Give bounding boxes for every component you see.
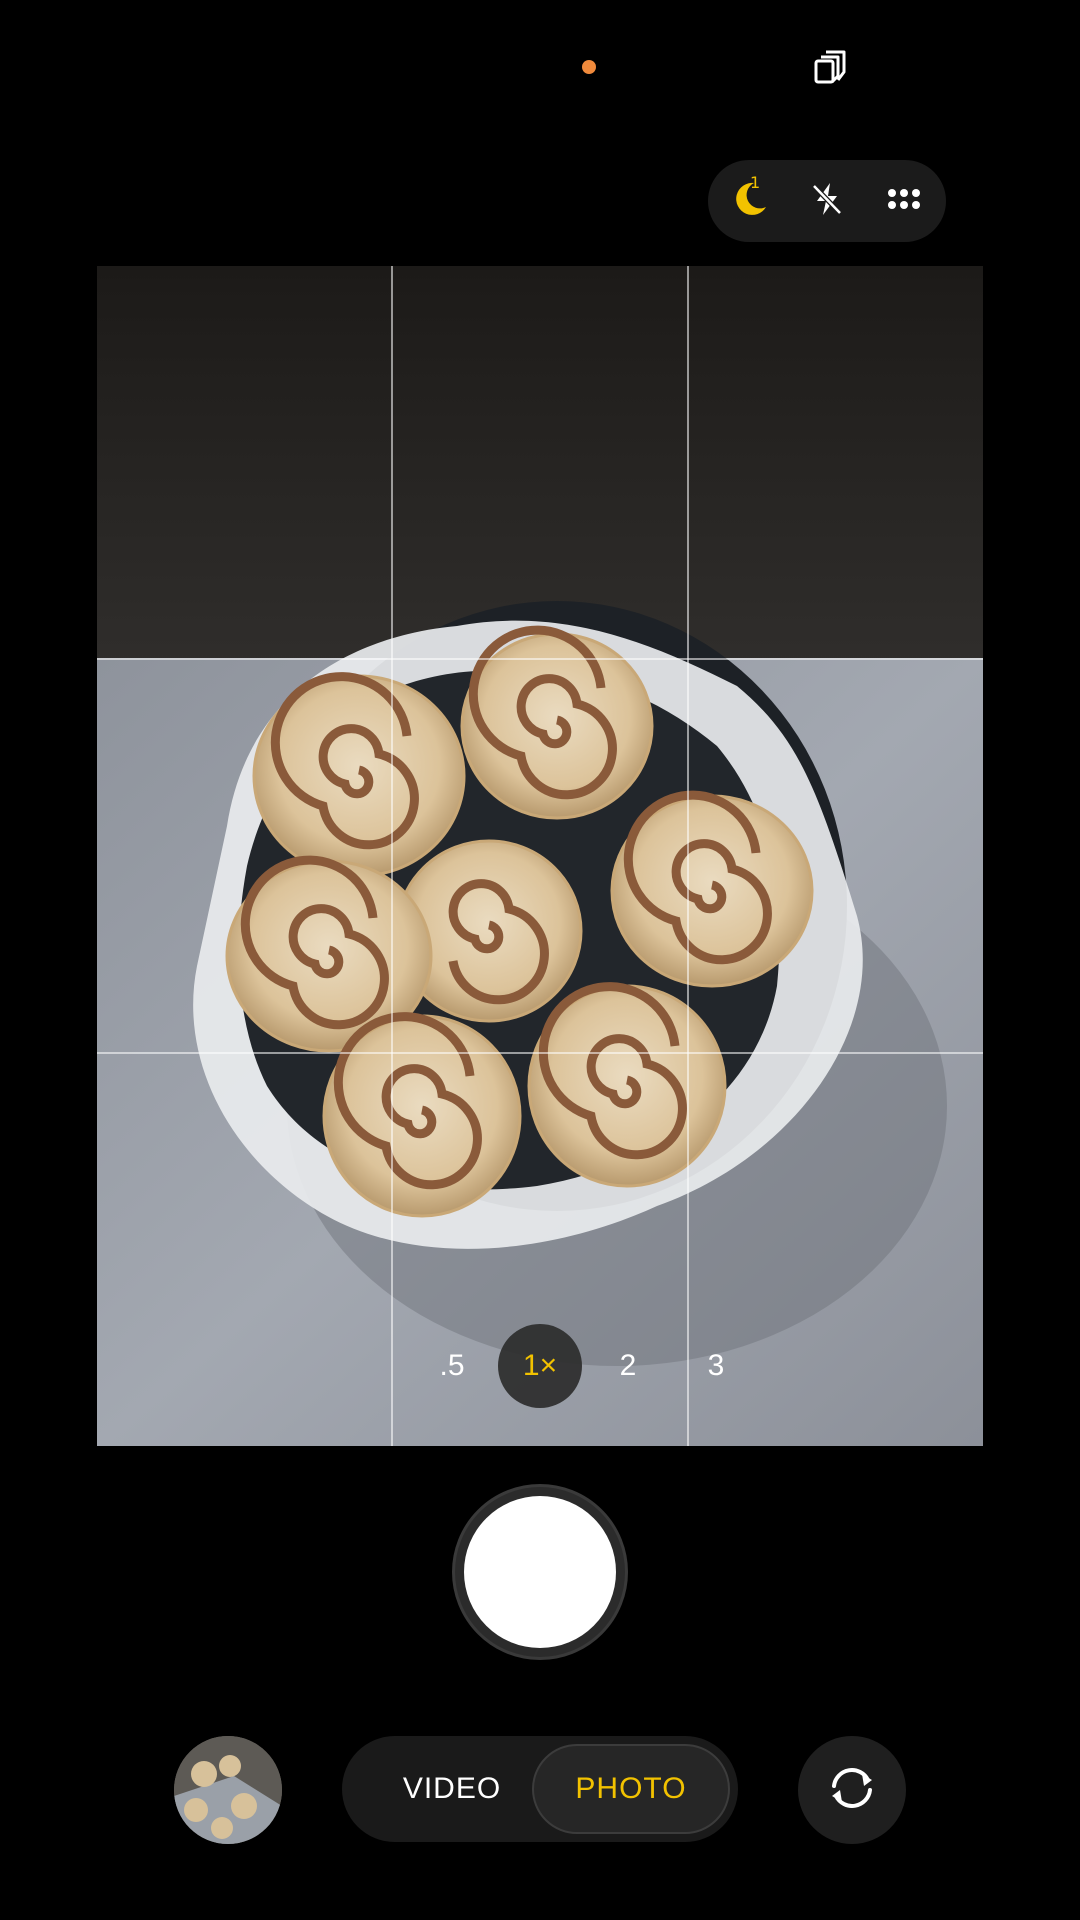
layers-icon[interactable] xyxy=(812,46,852,86)
quick-settings-bar: 1 xyxy=(708,160,946,242)
privacy-indicator-dot xyxy=(582,60,596,74)
flash-button[interactable] xyxy=(799,173,855,229)
grid-dots-icon xyxy=(884,179,924,224)
viewfinder-preview-image xyxy=(97,266,983,1446)
switch-camera-icon xyxy=(822,1758,882,1823)
night-mode-button[interactable]: 1 xyxy=(722,173,778,229)
camera-viewfinder[interactable] xyxy=(97,266,983,1446)
grid-line-horizontal-2 xyxy=(97,1052,983,1054)
mode-video-button[interactable]: VIDEO xyxy=(362,1744,542,1834)
shutter-button[interactable] xyxy=(464,1496,616,1648)
flash-off-icon xyxy=(807,179,847,224)
zoom-option-0.5x[interactable]: .5 xyxy=(410,1324,494,1408)
grid-line-vertical-1 xyxy=(391,266,393,1446)
more-settings-button[interactable] xyxy=(876,173,932,229)
grid-line-horizontal-1 xyxy=(97,658,983,660)
switch-camera-button[interactable] xyxy=(798,1736,906,1844)
zoom-option-2x[interactable]: 2 xyxy=(586,1324,670,1408)
zoom-option-3x[interactable]: 3 xyxy=(674,1324,758,1408)
grid-line-vertical-2 xyxy=(687,266,689,1446)
mode-photo-button[interactable]: PHOTO xyxy=(532,1744,730,1834)
zoom-option-1x[interactable]: 1× xyxy=(498,1324,582,1408)
gallery-thumbnail[interactable] xyxy=(174,1736,282,1844)
night-mode-badge: 1 xyxy=(750,173,761,192)
gallery-thumbnail-image xyxy=(174,1736,282,1844)
mode-selector: VIDEO PHOTO xyxy=(342,1736,738,1842)
